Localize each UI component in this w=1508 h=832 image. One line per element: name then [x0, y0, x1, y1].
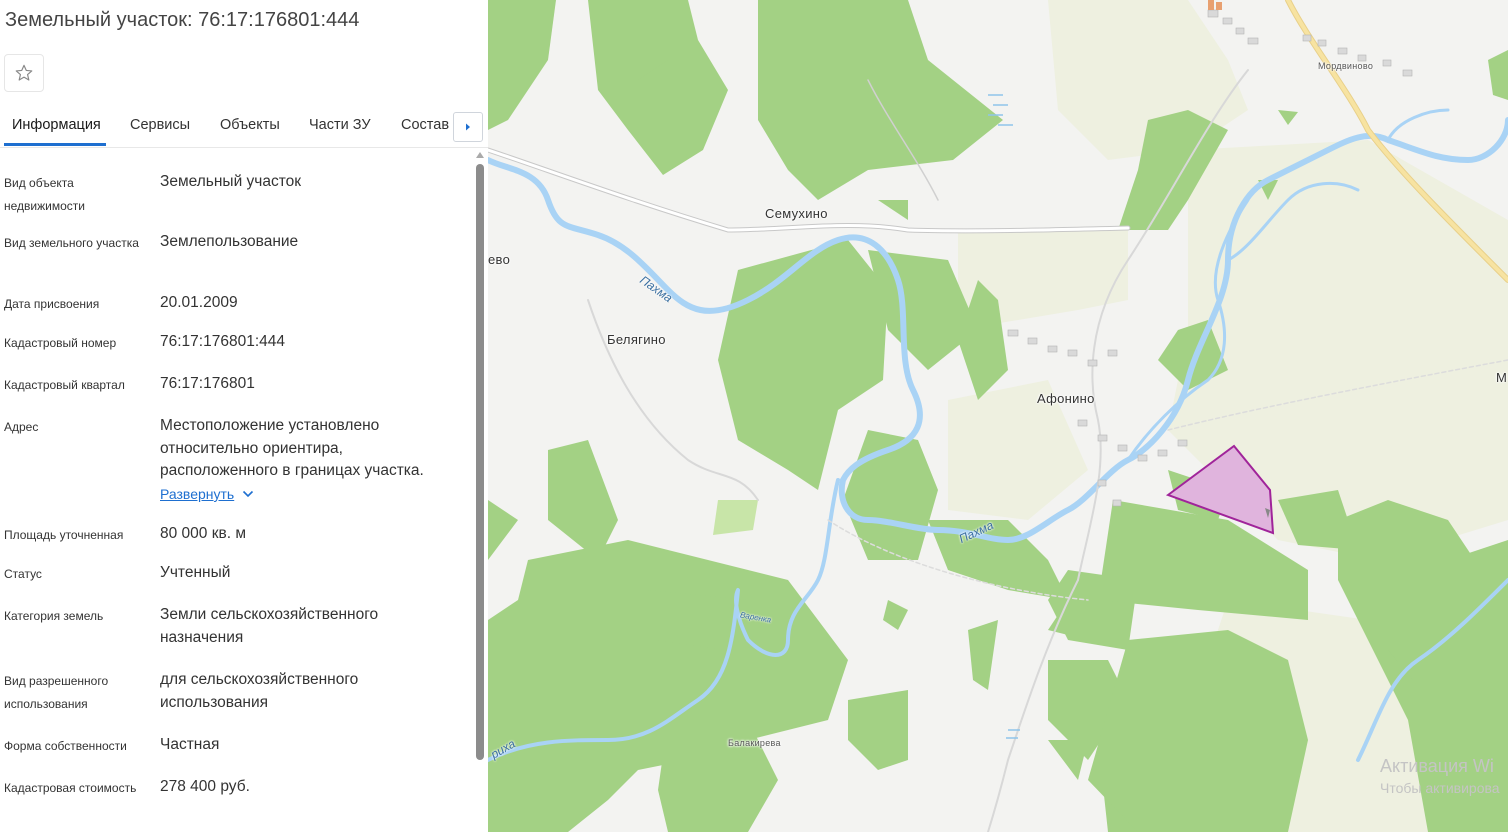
scroll-up-arrow[interactable]	[476, 152, 484, 158]
property-value: Землепользование	[160, 233, 299, 250]
watermark-line2: Чтобы активирова	[1380, 780, 1500, 796]
tab-services[interactable]: Сервисы	[130, 117, 190, 133]
caret-right-icon	[466, 123, 470, 131]
scrollbar-thumb[interactable]	[476, 164, 484, 760]
property-label: Категория земель	[4, 609, 104, 623]
property-value: 76:17:176801	[160, 375, 255, 392]
watermark-line1: Активация Wi	[1380, 756, 1494, 776]
property-value: для сельскохозяйственного использования	[160, 671, 359, 711]
property-value: Земли сельскохозяйственного назначения	[160, 606, 379, 646]
tab-objects[interactable]: Объекты	[220, 117, 280, 133]
property-label: Кадастровый квартал	[4, 378, 125, 392]
map-canvas[interactable]	[488, 0, 1508, 832]
active-tab-indicator	[4, 143, 106, 146]
property-label: Кадастровая стоимость	[4, 781, 137, 795]
tab-composition[interactable]: Состав	[401, 117, 449, 133]
place-label: ево	[488, 252, 511, 267]
property-value: 278 400 руб.	[160, 778, 250, 795]
property-value: Земельный участок	[160, 173, 302, 190]
property-label: Вид земельного участка	[4, 236, 139, 250]
tab-information[interactable]: Информация	[12, 117, 101, 133]
property-value: Местоположение установлено относительно …	[160, 417, 424, 479]
property-value: 80 000 кв. м	[160, 525, 246, 542]
star-outline-icon	[15, 64, 33, 81]
favorite-button[interactable]	[4, 54, 44, 92]
place-label: Афонино	[1037, 391, 1095, 406]
place-label: Семухино	[765, 206, 828, 221]
tabs-next-button[interactable]	[453, 112, 483, 142]
property-label: Дата присвоения	[4, 297, 100, 311]
chevron-down-icon[interactable]	[242, 490, 254, 498]
info-panel: Земельный участок: 76:17:176801:444 Инфо…	[0, 0, 488, 832]
expand-address: Развернуть	[160, 486, 254, 502]
property-label: Вид объекта недвижимости	[4, 176, 85, 213]
property-label: Форма собственности	[4, 739, 127, 753]
property-label: Статус	[4, 567, 42, 581]
property-value: Частная	[160, 736, 220, 753]
property-value: Учтенный	[160, 564, 231, 581]
property-label: Кадастровый номер	[4, 336, 117, 350]
tab-parts[interactable]: Части ЗУ	[309, 117, 371, 133]
tab-bar: Информация Сервисы Объекты Части ЗУ Сост…	[0, 106, 488, 148]
place-label: Белягино	[607, 332, 666, 347]
expand-link[interactable]: Развернуть	[160, 486, 234, 502]
map-view[interactable]: Мордвиново Семухино Белягино Афонино Бал…	[488, 0, 1508, 832]
property-label: Площадь уточненная	[4, 528, 124, 542]
property-value: 76:17:176801:444	[160, 333, 285, 350]
place-label: Балакирева	[728, 738, 781, 748]
page-title: Земельный участок: 76:17:176801:444	[5, 9, 360, 31]
map-buildings-orange	[1208, 0, 1222, 10]
property-value: 20.01.2009	[160, 294, 238, 311]
property-label: Адрес	[4, 420, 39, 434]
place-label: Мордвиново	[1318, 61, 1374, 71]
place-label: М	[1496, 370, 1508, 385]
map-meadow	[713, 500, 758, 535]
property-label: Вид разрешенного использования	[4, 674, 109, 711]
scrollbar[interactable]	[474, 150, 486, 832]
